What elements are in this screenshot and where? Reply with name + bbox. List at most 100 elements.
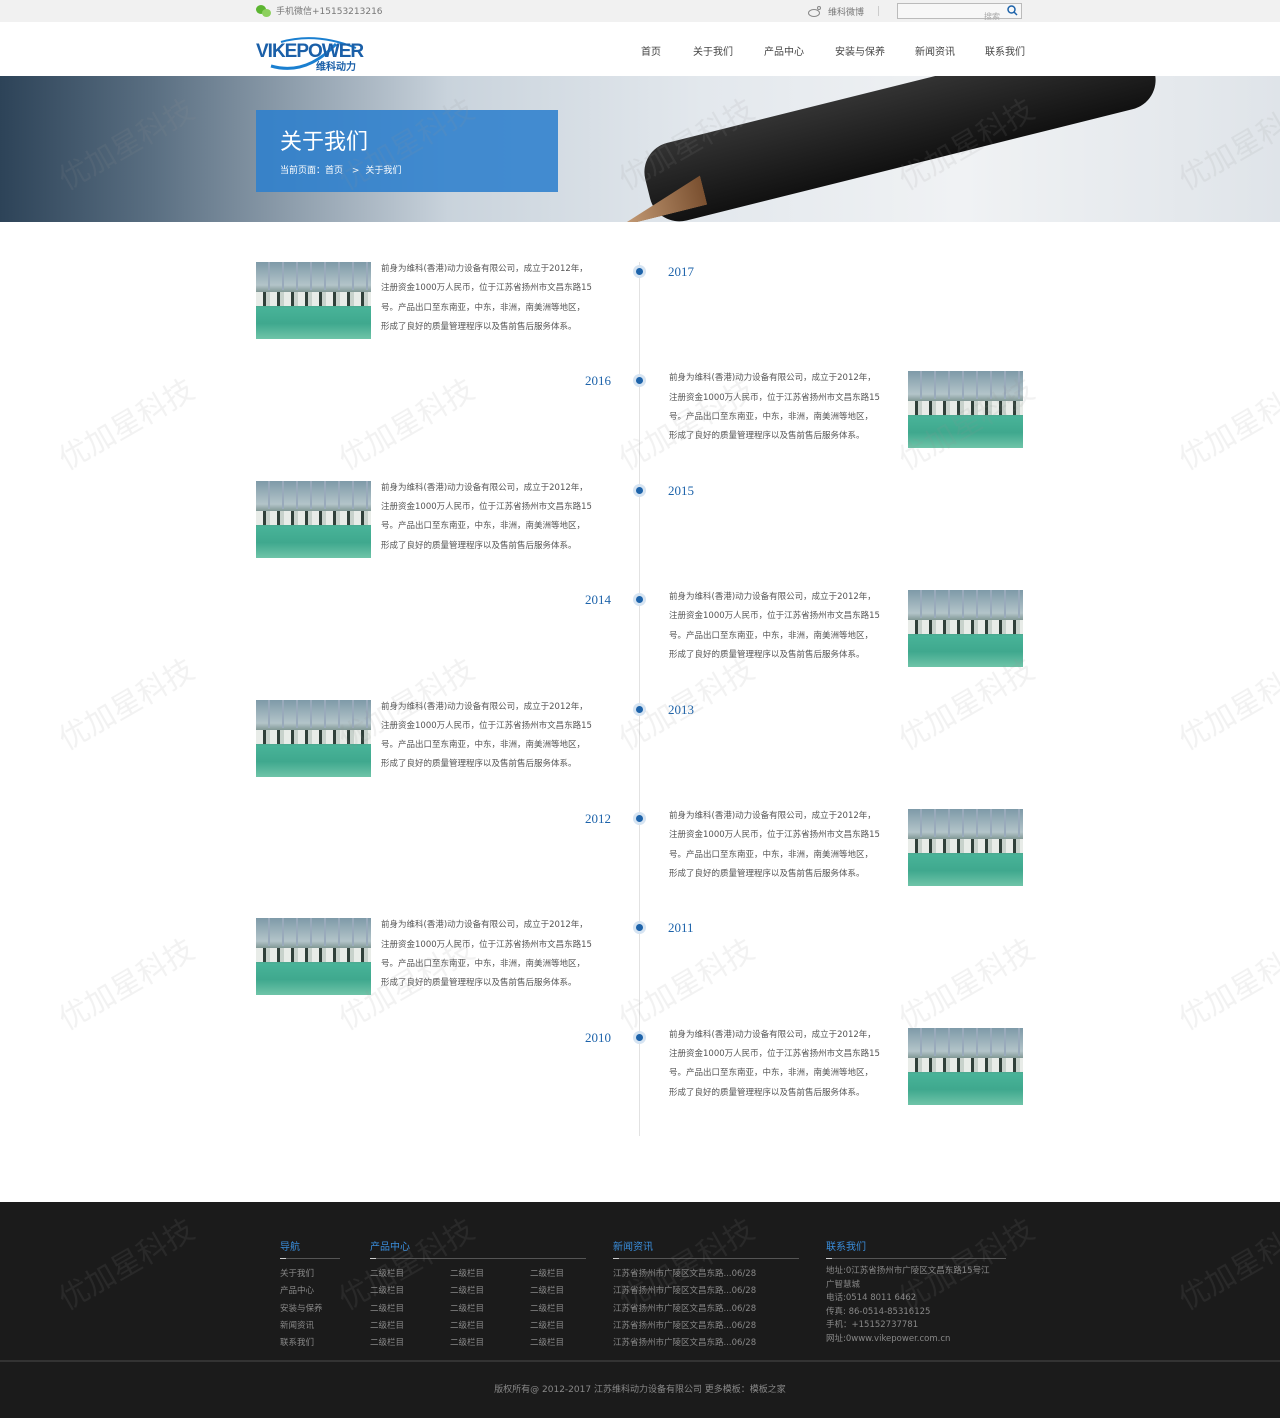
footer-news-link[interactable]: 江苏省扬州市广陵区文昌东路...06/28 (613, 1318, 756, 1335)
divider (280, 1258, 340, 1259)
footer-product-link[interactable]: 二级栏目 (450, 1335, 484, 1352)
text-line: 注册资金1000万人民币，位于江苏省扬州市文昌东路15 (669, 1049, 880, 1060)
text-line: 前身为维科(香港)动力设备有限公司，成立于2012年， (669, 1029, 876, 1040)
footer-news-link[interactable]: 江苏省扬州市广陵区文昌东路...06/28 (613, 1335, 756, 1352)
breadcrumb-prefix: 当前页面： (280, 166, 326, 176)
nav-home[interactable]: 首页 (641, 43, 661, 58)
text-line: 形成了良好的质量管理程序以及售前售后服务体系。 (669, 431, 865, 442)
text-line: 号。产品出口至东南亚，中东，非洲，南美洲等地区， (669, 849, 874, 860)
breadcrumb-home[interactable]: 首页 (325, 166, 343, 176)
page-title: 关于我们 (280, 130, 369, 155)
footer-product-link[interactable]: 二级栏目 (530, 1266, 564, 1283)
footer-news-link[interactable]: 江苏省扬州市广陵区文昌东路...06/28 (613, 1266, 756, 1283)
search-icon[interactable] (1007, 5, 1018, 16)
timeline-year: 2012 (585, 811, 611, 826)
text-line: 形成了良好的质量管理程序以及售前售后服务体系。 (669, 1087, 865, 1098)
footer-product-link[interactable]: 二级栏目 (370, 1283, 404, 1300)
footer-products-title: 产品中心 (370, 1242, 410, 1253)
top-bar: 手机微信+15153213216 维科微博 (0, 0, 1280, 24)
timeline-dot (633, 702, 646, 716)
breadcrumb-separator: > (351, 166, 360, 176)
timeline-year: 2011 (668, 920, 694, 936)
timeline-year: 2014 (585, 592, 611, 608)
timeline-year: 2016 (585, 373, 611, 389)
text-line: 前身为维科(香港)动力设备有限公司，成立于2012年， (669, 811, 876, 821)
text-line: 形成了良好的质量管理程序以及售前售后服务体系。 (381, 540, 577, 551)
factory-image[interactable] (256, 480, 371, 558)
text-line: 注册资金1000万人民币，位于江苏省扬州市文昌东路15 (381, 720, 592, 731)
nav-contact[interactable]: 联系我们 (985, 43, 1025, 58)
factory-image[interactable] (908, 809, 1023, 886)
nav-news[interactable]: 新闻资讯 (915, 43, 955, 58)
text-line: 号。产品出口至东南亚，中东，非洲，南美洲等地区， (381, 302, 586, 313)
weibo-link[interactable]: 维科微博 (808, 5, 864, 18)
contact-line: 网址:0www.vikepower.com.cn (826, 1334, 951, 1344)
footer-news-link[interactable]: 江苏省扬州市广陵区文昌东路...06/28 (613, 1301, 756, 1318)
divider (878, 6, 879, 16)
timeline-dot (633, 593, 646, 607)
text-line: 注册资金1000万人民币，位于江苏省扬州市文昌东路15 (381, 939, 592, 950)
footer-nav-link[interactable]: 联系我们 (280, 1335, 314, 1352)
timeline-text: 前身为维科(香港)动力设备有限公司，成立于2012年， 注册资金1000万人民币，… (381, 260, 613, 337)
text-line: 注册资金1000万人民币，位于江苏省扬州市文昌东路15 (381, 502, 592, 513)
text-line: 号。产品出口至东南亚，中东，非洲，南美洲等地区， (669, 411, 874, 422)
footer-nav-link[interactable]: 新闻资讯 (280, 1318, 314, 1335)
timeline-dot (633, 1030, 646, 1044)
factory-image[interactable] (256, 699, 371, 777)
copyright: 版权所有@ 2012-2017 江苏维科动力设备有限公司 更多模板：模板之家 (494, 1385, 786, 1395)
text-line: 号。产品出口至东南亚，中东，非洲，南美洲等地区， (669, 630, 874, 641)
footer-product-link[interactable]: 二级栏目 (370, 1318, 404, 1335)
footer-product-link[interactable]: 二级栏目 (450, 1318, 484, 1335)
text-line: 号。产品出口至东南亚，中东，非洲，南美洲等地区， (381, 740, 586, 751)
search-box (897, 3, 1022, 24)
logo[interactable]: VIKEPOWER 维科动力 (256, 36, 366, 73)
factory-image[interactable] (908, 1027, 1023, 1105)
timeline-text: 前身为维科(香港)动力设备有限公司，成立于2012年， 注册资金1000万人民币，… (381, 916, 613, 993)
text-line: 形成了良好的质量管理程序以及售前售后服务体系。 (669, 650, 865, 661)
footer-nav-link[interactable]: 关于我们 (280, 1266, 314, 1283)
timeline-item: 2014 前身为维科(香港)动力设备有限公司，成立于2012年， 注册资金1000万… (0, 590, 1280, 670)
text-line: 形成了良好的质量管理程序以及售前售后服务体系。 (669, 868, 865, 879)
factory-image[interactable] (256, 918, 371, 996)
footer-nav-link[interactable]: 产品中心 (280, 1283, 314, 1300)
footer-product-link[interactable]: 二级栏目 (530, 1335, 564, 1352)
text-line: 号。产品出口至东南亚，中东，非洲，南美洲等地区， (381, 958, 586, 969)
timeline-year: 2017 (668, 264, 694, 279)
wechat-contact: 手机微信+15153213216 (256, 4, 383, 17)
factory-image[interactable] (908, 590, 1023, 668)
timeline-item: 2013 前身为维科(香港)动力设备有限公司，成立于2012年， 注册资金1000万… (0, 698, 1280, 780)
breadcrumb-current: 关于我们 (365, 166, 402, 176)
timeline-item: 2016 前身为维科(香港)动力设备有限公司，成立于2012年， 注册资金1000万… (0, 371, 1280, 451)
footer-product-link[interactable]: 二级栏目 (530, 1301, 564, 1318)
timeline-text: 前身为维科(香港)动力设备有限公司，成立于2012年， 注册资金1000万人民币，… (381, 479, 613, 556)
text-line: 前身为维科(香港)动力设备有限公司，成立于2012年， (381, 701, 588, 712)
wechat-text: 手机微信+15153213216 (276, 7, 383, 17)
footer-product-link[interactable]: 二级栏目 (450, 1266, 484, 1283)
timeline-item: 2017 前身为维科(香港)动力设备有限公司，成立于2012年， 注册资金1000万… (0, 262, 1280, 342)
text-line: 注册资金1000万人民币，位于江苏省扬州市文昌东路15 (669, 611, 880, 622)
factory-image[interactable] (256, 262, 371, 339)
nav-install[interactable]: 安装与保养 (835, 43, 885, 58)
text-line: 前身为维科(香港)动力设备有限公司，成立于2012年， (669, 592, 876, 603)
footer-nav-title: 导航 (280, 1242, 300, 1253)
footer-product-link[interactable]: 二级栏目 (370, 1301, 404, 1318)
footer-product-link[interactable]: 二级栏目 (530, 1318, 564, 1335)
factory-image[interactable] (908, 371, 1023, 449)
footer-product-link[interactable]: 二级栏目 (370, 1335, 404, 1352)
text-line: 形成了良好的质量管理程序以及售前售后服务体系。 (381, 759, 577, 770)
contact-line: 传真: 86-0514-85316125 (826, 1306, 931, 1317)
footer-contact-title: 联系我们 (826, 1242, 866, 1253)
footer-nav-link[interactable]: 安装与保养 (280, 1301, 323, 1318)
footer-news-link[interactable]: 江苏省扬州市广陵区文昌东路...06/28 (613, 1283, 756, 1300)
footer-product-link[interactable]: 二级栏目 (370, 1266, 404, 1283)
footer-product-link[interactable]: 二级栏目 (450, 1283, 484, 1300)
footer-product-link[interactable]: 二级栏目 (530, 1283, 564, 1300)
footer-product-link[interactable]: 二级栏目 (450, 1301, 484, 1318)
nav-about[interactable]: 关于我们 (693, 43, 733, 58)
text-line: 形成了良好的质量管理程序以及售前售后服务体系。 (381, 321, 577, 332)
nav-products[interactable]: 产品中心 (764, 43, 804, 58)
banner: 关于我们 当前页面：首页 > 关于我们 (0, 76, 1280, 222)
footer: 导航 产品中心 新闻资讯 联系我们 关于我们 产品中心 安装与保养 新闻资讯 联系我们二… (0, 1202, 1280, 1418)
timeline-text: 前身为维科(香港)动力设备有限公司，成立于2012年， 注册资金1000万人民币，… (381, 698, 613, 775)
text-line: 前身为维科(香港)动力设备有限公司，成立于2012年， (381, 920, 588, 931)
